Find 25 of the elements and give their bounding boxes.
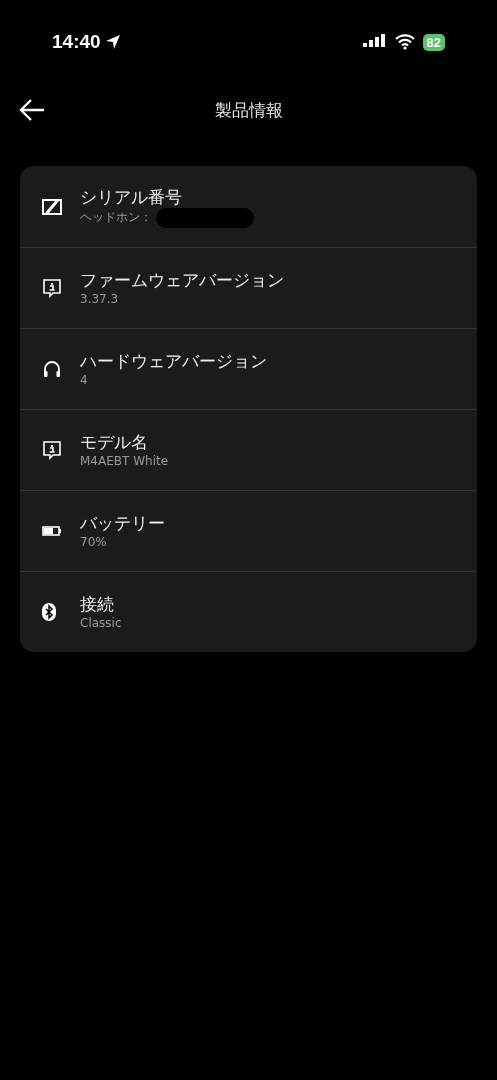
item-value: Classic xyxy=(80,614,122,632)
info-icon xyxy=(42,278,62,298)
item-value: ヘッドホン： xyxy=(80,209,152,226)
battery-indicator: 82 xyxy=(422,33,445,51)
page-title: 製品情報 xyxy=(214,99,283,123)
item-label: ファームウェアバージョン xyxy=(80,268,284,291)
signal-icon xyxy=(362,34,387,50)
item-value: 70% xyxy=(80,533,107,551)
item-label: 接続 xyxy=(80,592,115,615)
item-label: バッテリー xyxy=(80,511,165,534)
item-value: 4 xyxy=(80,371,88,389)
item-label: モデル名 xyxy=(80,430,149,453)
item-value: M4AEBT White xyxy=(80,452,169,470)
status-time: 14:40 xyxy=(52,29,101,54)
wifi-icon xyxy=(394,34,415,50)
back-button[interactable] xyxy=(18,97,46,123)
item-label: シリアル番号 xyxy=(80,185,183,208)
item-label: ハードウェアバージョン xyxy=(80,349,267,372)
item-value: 3.37.3 xyxy=(80,290,119,308)
info-icon xyxy=(42,440,62,460)
location-icon xyxy=(104,34,121,50)
bluetooth-icon xyxy=(42,603,56,621)
headphones-icon xyxy=(42,359,62,379)
battery-icon xyxy=(42,525,62,537)
logo-icon xyxy=(42,198,62,215)
